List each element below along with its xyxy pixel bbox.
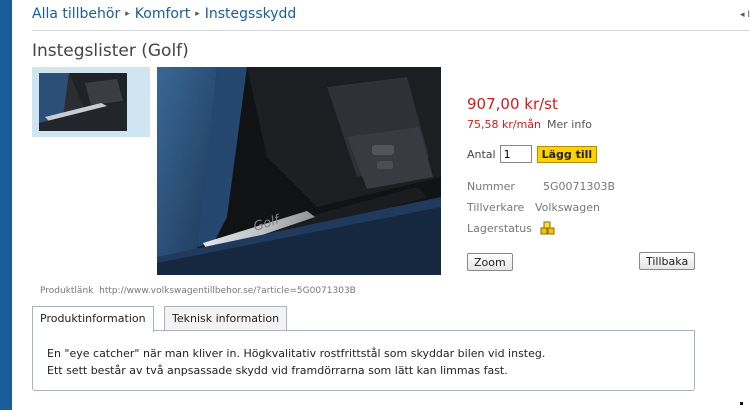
product-number-row: Nummer 5G0071303B bbox=[467, 180, 615, 193]
description-line-1: En "eye catcher" när man kliver in. Högk… bbox=[47, 347, 546, 360]
more-info-link[interactable]: Mer info bbox=[547, 118, 592, 131]
product-number-value: 5G0071303B bbox=[543, 180, 616, 193]
product-thumbnail-image[interactable] bbox=[39, 73, 127, 131]
monthly-price: 75,58 kr/mån Mer info bbox=[467, 118, 592, 131]
manufacturer-row: Tillverkare Volkswagen bbox=[467, 201, 600, 214]
manufacturer-label: Tillverkare bbox=[467, 201, 525, 214]
breadcrumb-link-komfort[interactable]: Komfort bbox=[135, 6, 190, 22]
left-accent-bar bbox=[0, 0, 12, 410]
chevron-right-icon: ▸ bbox=[195, 9, 200, 19]
product-number-label: Nummer bbox=[467, 180, 515, 193]
quantity-row: Antal Lägg till bbox=[467, 145, 598, 163]
chevron-right-icon: ▸ bbox=[125, 9, 130, 19]
description-line-2: Ett sett består av två anpsassade skydd … bbox=[47, 364, 508, 377]
stock-boxes-icon bbox=[540, 221, 556, 235]
product-price: 907,00 kr/st bbox=[467, 95, 558, 113]
thumbnail-selected[interactable] bbox=[32, 67, 150, 137]
tab-content-panel: En "eye catcher" när man kliver in. Högk… bbox=[32, 330, 695, 391]
quantity-label: Antal bbox=[467, 147, 496, 161]
tab-teknisk-information[interactable]: Teknisk information bbox=[164, 306, 288, 330]
product-link: Produktlänk http://www.volkswagentillbeh… bbox=[40, 286, 356, 296]
quantity-input[interactable] bbox=[499, 145, 532, 163]
zoom-button[interactable]: Zoom bbox=[467, 253, 513, 271]
page-title: Instegslister (Golf) bbox=[32, 41, 189, 61]
breadcrumb: Alla tillbehör ▸ Komfort ▸ Instegsskydd bbox=[32, 6, 296, 22]
breadcrumb-link-all[interactable]: Alla tillbehör bbox=[32, 6, 120, 22]
monthly-price-value: 75,58 kr/mån bbox=[467, 118, 542, 131]
add-to-cart-button[interactable]: Lägg till bbox=[536, 145, 598, 163]
product-link-label: Produktlänk bbox=[40, 286, 94, 296]
header-divider bbox=[32, 30, 750, 31]
product-link-url[interactable]: http://www.volkswagentillbehor.se/?artic… bbox=[99, 286, 356, 296]
manufacturer-value: Volkswagen bbox=[535, 201, 601, 214]
stock-row: Lagerstatus bbox=[467, 221, 555, 235]
tab-produktinformation[interactable]: Produktinformation bbox=[32, 306, 154, 332]
product-main-image: Golf bbox=[157, 67, 441, 275]
back-button[interactable]: Tillbaka bbox=[639, 252, 696, 270]
stray-dot bbox=[740, 402, 743, 405]
stock-label: Lagerstatus bbox=[467, 222, 532, 235]
prev-nav-fragment[interactable]: ◂ I bbox=[740, 10, 750, 20]
breadcrumb-link-instegsskydd[interactable]: Instegsskydd bbox=[205, 6, 297, 22]
